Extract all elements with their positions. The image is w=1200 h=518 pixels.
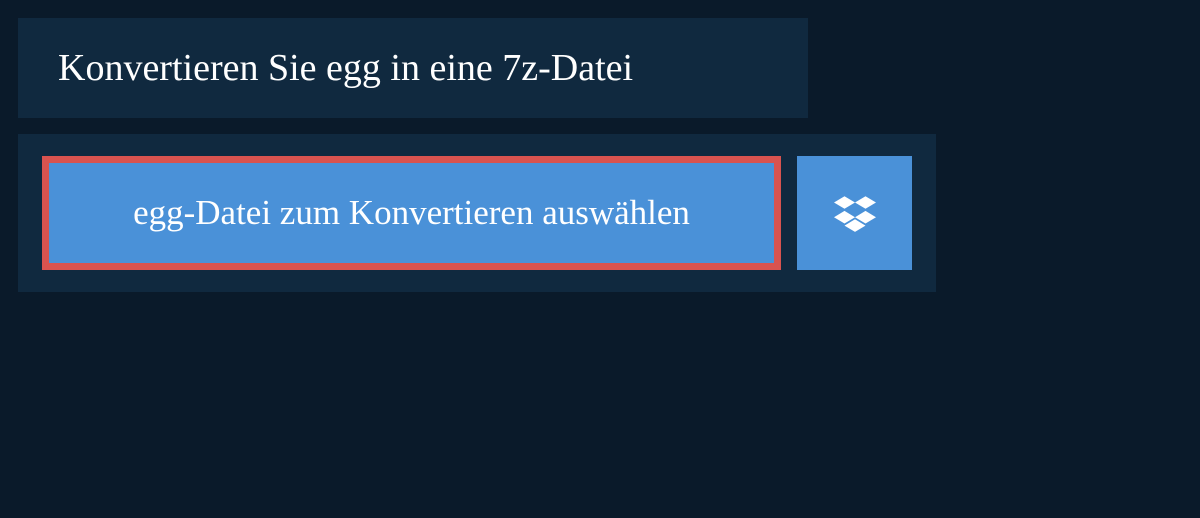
header-section: Konvertieren Sie egg in eine 7z-Datei <box>18 18 808 118</box>
dropbox-icon <box>834 192 876 234</box>
page-title: Konvertieren Sie egg in eine 7z-Datei <box>58 46 768 90</box>
upload-section: egg-Datei zum Konvertieren auswählen <box>18 134 936 292</box>
select-file-button[interactable]: egg-Datei zum Konvertieren auswählen <box>42 156 781 270</box>
dropbox-button[interactable] <box>797 156 912 270</box>
